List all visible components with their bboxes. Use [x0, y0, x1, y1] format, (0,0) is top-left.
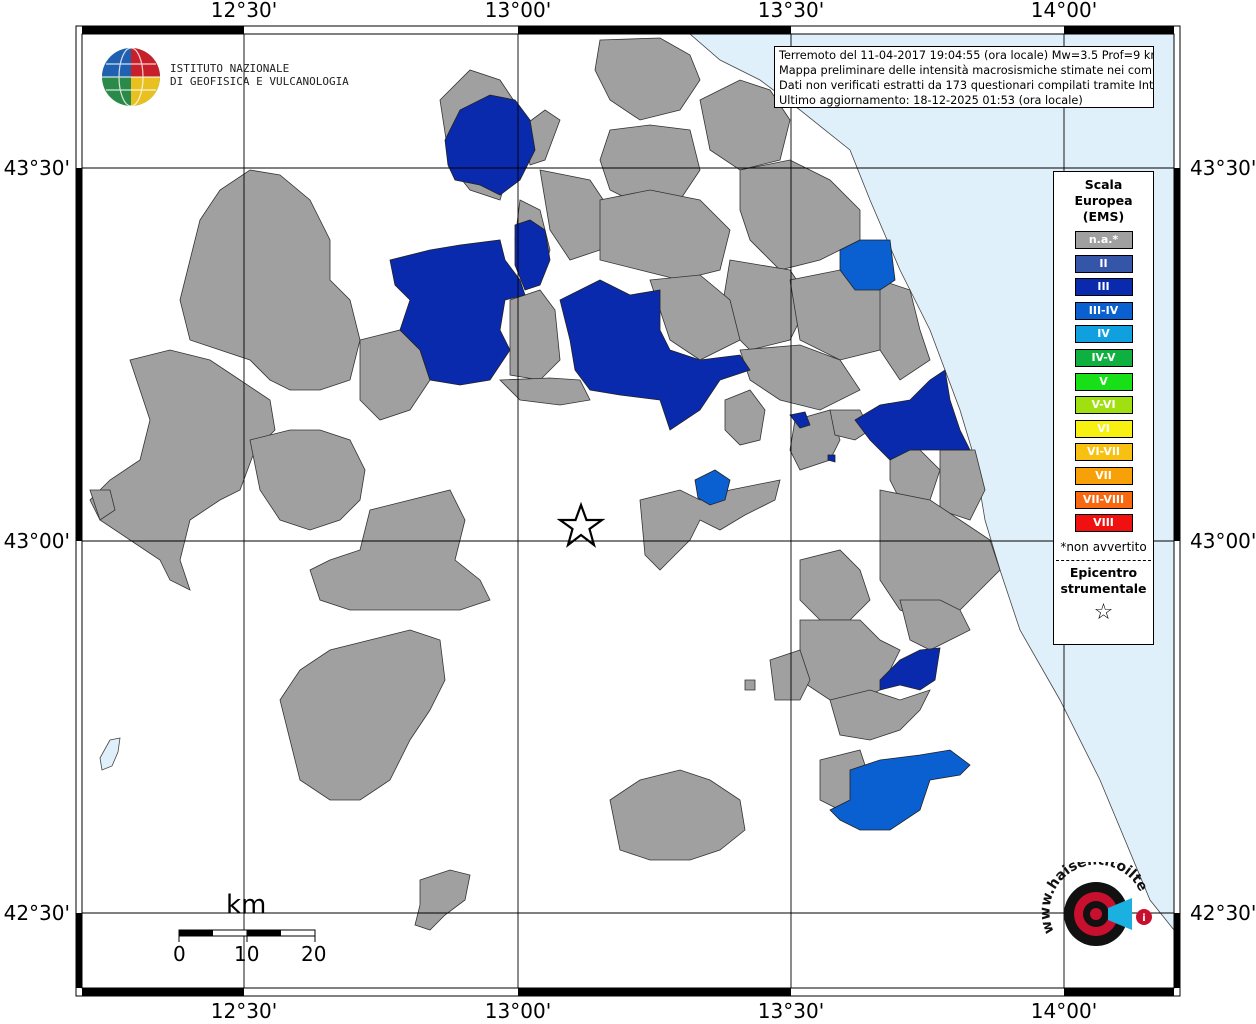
legend-swatch-3: III-IV: [1074, 301, 1133, 320]
top-lon-label-1: 12°30': [211, 0, 277, 22]
legend-epicenter-line2: strumentale: [1060, 581, 1147, 597]
legend-note: *non avvertito: [1060, 540, 1147, 555]
event-info-line4: Ultimo aggiornamento: 18-12-2025 01:53 (…: [779, 94, 1083, 107]
top-lon-label-2: 13°00': [485, 0, 551, 22]
legend-swatch-7: V-VI: [1074, 396, 1133, 415]
ingv-logo-line1: ISTITUTO NAZIONALE: [170, 62, 290, 75]
left-lat-label-1: 43°30': [4, 156, 70, 180]
event-info-box: Terremoto del 11-04-2017 19:04:55 (ora l…: [774, 46, 1154, 108]
legend-swatch-0: n.a.*: [1074, 231, 1133, 249]
legend-swatch-12: VIII: [1074, 514, 1133, 533]
event-info-line2: Mappa preliminare delle intensità macros…: [779, 64, 1154, 77]
legend-swatch-11: VII-VIII: [1074, 490, 1133, 509]
legend-swatch-8: VI: [1074, 419, 1133, 438]
legend-title-line3: (EMS): [1082, 209, 1125, 224]
svg-text:i: i: [1142, 913, 1145, 924]
scale-bar: km 0 10 20: [170, 890, 340, 970]
legend-swatch-6: V: [1074, 372, 1133, 391]
bottom-lon-label-1: 12°30': [211, 999, 277, 1023]
ems-legend: Scala Europea (EMS) n.a.* II III III-IV IV IV…: [1053, 171, 1154, 645]
legend-items: n.a.* II III III-IV IV IV-V V V-VI VI VI-VII VII VI…: [1054, 231, 1153, 533]
left-lat-label-3: 42°30': [4, 901, 70, 925]
legend-title-line2: Europea: [1074, 193, 1133, 208]
scale-tick-20: 20: [301, 942, 327, 966]
right-lat-label-2: 43°00': [1190, 529, 1256, 553]
top-lon-label-3: 13°30': [758, 0, 824, 22]
legend-swatch-10: VII: [1074, 466, 1133, 485]
bottom-lon-label-2: 13°00': [485, 999, 551, 1023]
right-lat-label-3: 42°30': [1190, 901, 1256, 925]
legend-swatch-1: II: [1074, 254, 1133, 273]
scale-unit: km: [226, 890, 267, 920]
legend-separator: [1056, 560, 1151, 562]
ingv-logo: ISTITUTO NAZIONALE DI GEOFISICA E VULCAN…: [100, 46, 349, 110]
left-lat-label-2: 43°00': [4, 529, 70, 553]
globe-icon: [102, 47, 160, 107]
top-lon-label-4: 14°00': [1031, 0, 1097, 22]
event-info-line3: Dati non verificati estratti da 173 ques…: [779, 79, 1154, 92]
ingv-logo-line2: DI GEOFISICA E VULCANOLOGIA: [170, 75, 349, 88]
event-info-line1: Terremoto del 11-04-2017 19:04:55 (ora l…: [779, 49, 1154, 62]
legend-epicenter-line1: Epicentro: [1069, 565, 1138, 581]
bottom-lon-label-4: 14°00': [1031, 999, 1097, 1023]
scale-tick-10: 10: [234, 942, 260, 966]
legend-swatch-4: IV: [1074, 325, 1133, 344]
legend-swatch-9: VI-VII: [1074, 443, 1133, 462]
haisentito-logo-graphic: i www.haisentitoilterremoto.it: [1029, 850, 1152, 946]
legend-title-line1: Scala: [1084, 177, 1123, 192]
haisentito-logo: i www.haisentitoilterremoto.it: [1029, 850, 1160, 972]
legend-star-icon: ☆: [1093, 600, 1114, 626]
bottom-lon-label-3: 13°30': [758, 999, 824, 1023]
scale-tick-0: 0: [173, 942, 186, 966]
legend-swatch-5: IV-V: [1074, 348, 1133, 367]
legend-swatch-2: III: [1074, 278, 1133, 297]
right-lat-label-1: 43°30': [1190, 156, 1256, 180]
